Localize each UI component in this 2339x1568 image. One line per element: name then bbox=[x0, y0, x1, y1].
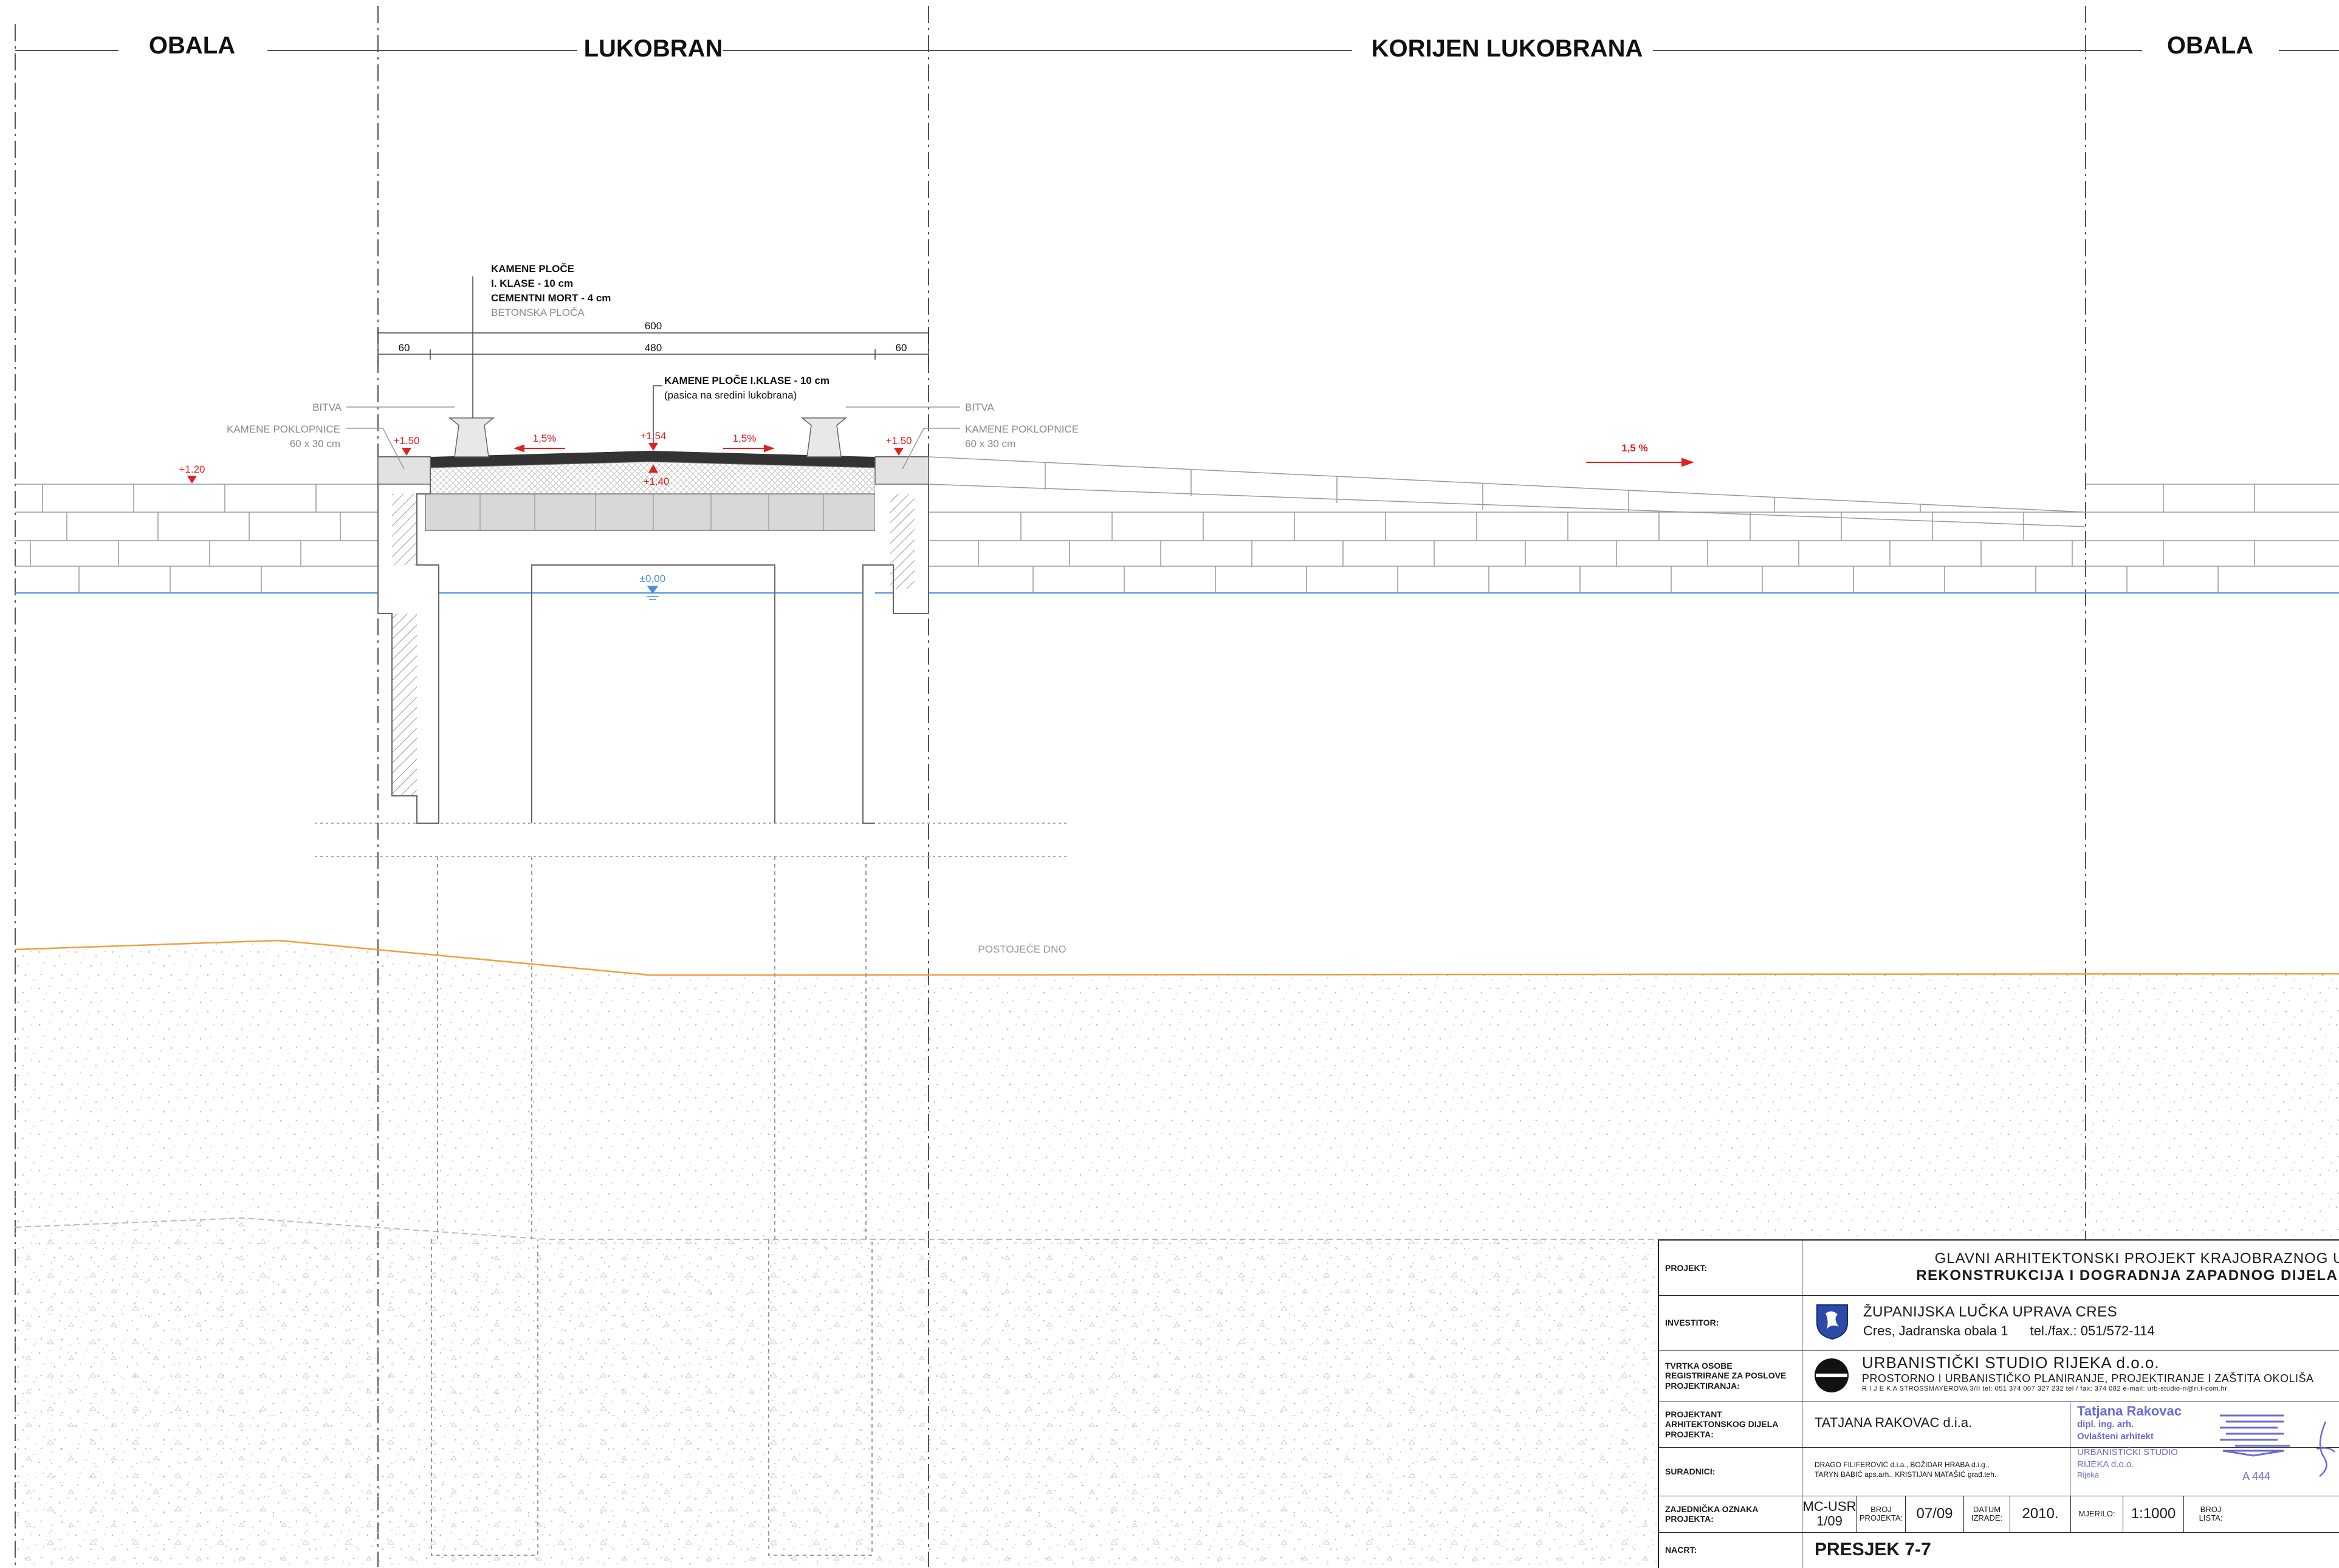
elev-120: +1.20 bbox=[179, 464, 205, 475]
dim-right: 60 bbox=[896, 342, 907, 354]
zone-label-lukobran: LUKOBRAN bbox=[584, 35, 723, 62]
tb-row-investitor: INVESTITOR: ŽUPANIJSKA LUČKA UPRAVA CRES… bbox=[1659, 1295, 2339, 1351]
tb-projekt-key: PROJEKT: bbox=[1659, 1241, 1802, 1295]
tb-datum-key: DATUM IZRADE: bbox=[1964, 1496, 2010, 1532]
stamp-firm1: URBANISTIČKI STUDIO bbox=[2077, 1447, 2178, 1457]
zone-label-korijen: KORIJEN LUKOBRANA bbox=[1372, 35, 1643, 62]
tb-list-key: BROJ LISTA: bbox=[2199, 1504, 2223, 1522]
layers-line1: KAMENE PLOČE bbox=[491, 263, 574, 275]
center-note-2: (pasica na sredini lukobrana) bbox=[664, 389, 797, 401]
tb-datum-val: 2010. bbox=[2010, 1496, 2071, 1532]
poklopnice-left-size: 60 x 30 cm bbox=[290, 438, 340, 450]
tb-investitor-key: INVESTITOR: bbox=[1659, 1295, 1802, 1350]
stamp-number: A 444 bbox=[2242, 1470, 2271, 1482]
tb-investitor-address: Cres, Jadranska obala 1 bbox=[1863, 1323, 2008, 1338]
stamp-role: Ovlašteni arhitekt bbox=[2077, 1431, 2154, 1442]
tb-broj-key: BROJ PROJEKTA: bbox=[1857, 1496, 1906, 1532]
tb-investitor-name: ŽUPANIJSKA LUČKA UPRAVA CRES bbox=[1863, 1304, 2118, 1320]
dim-left: 60 bbox=[399, 342, 410, 354]
tb-projekt-line2: REKONSTRUKCIJA I DOGRADNJA ZAPADNOG DIJE… bbox=[1916, 1267, 2339, 1284]
tb-firm-key: TVRTKA OSOBE REGISTRIRANE ZA POSLOVE PRO… bbox=[1659, 1350, 1802, 1402]
tb-investitor-tel: tel./fax.: 051/572-114 bbox=[2030, 1323, 2155, 1338]
tb-oznaka-key: ZAJEDNIČKA OZNAKA PROJEKTA: bbox=[1659, 1496, 1802, 1532]
tb-firm-name: URBANISTIČKI STUDIO RIJEKA d.o.o. bbox=[1862, 1354, 2160, 1372]
slope-right: 1,5% bbox=[733, 433, 757, 444]
stamp-firm2: RIJEKA d.o.o. bbox=[2077, 1459, 2134, 1470]
poklopnice-right-label: KAMENE POKLOPNICE bbox=[965, 423, 1079, 435]
poklopnice-right-size: 60 x 30 cm bbox=[965, 438, 1015, 450]
tb-row-projekt: PROJEKT: GLAVNI ARHITEKTONSKI PROJEKT KR… bbox=[1659, 1241, 2339, 1296]
tb-suradnici-line2: TARYN BABIĆ aps.arh., KRISTIJAN MATAŠIĆ … bbox=[1815, 1470, 1997, 1479]
tb-projektant-key: PROJEKTANT ARHITEKTONSKOG DIJELA PROJEKT… bbox=[1659, 1402, 1802, 1447]
elev-150-right: +1.50 bbox=[885, 435, 912, 447]
tb-firm-activity: PROSTORNO I URBANISTIČKO PLANIRANJE, PRO… bbox=[1862, 1372, 2314, 1385]
signature-icon bbox=[2316, 1421, 2335, 1477]
masonry-right bbox=[928, 456, 2339, 594]
stamp-title: dipl. ing. arh. bbox=[2077, 1419, 2134, 1429]
stamp-logo-icon bbox=[2220, 1414, 2290, 1457]
layers-line2: I. KLASE - 10 cm bbox=[491, 278, 573, 289]
water-level-label: ±0,00 bbox=[640, 573, 665, 584]
slope-ramp: 1,5 % bbox=[1621, 442, 1647, 454]
zone-label-obala-right: OBALA bbox=[2167, 32, 2253, 59]
stamp-name: Tatjana Rakovac bbox=[2077, 1403, 2182, 1419]
title-block: PROJEKT: GLAVNI ARHITEKTONSKI PROJEKT KR… bbox=[1658, 1239, 2339, 1568]
tb-projektant-name: TATJANA RAKOVAC d.i.a. bbox=[1815, 1415, 1973, 1430]
slope-left: 1,5% bbox=[533, 433, 557, 444]
tb-row-nacrt: NACRT: PRESJEK 7-7 bbox=[1659, 1532, 2339, 1568]
seabed-label: POSTOJEĆE DNO bbox=[978, 943, 1066, 955]
tb-projekt-line1: GLAVNI ARHITEKTONSKI PROJEKT KRAJOBRAZNO… bbox=[1934, 1250, 2339, 1267]
stamp-city: Rijeka bbox=[2077, 1470, 2100, 1479]
dim-mid: 480 bbox=[645, 342, 662, 354]
bitva-left-label: BITVA bbox=[312, 402, 342, 413]
elev-140: +1.40 bbox=[643, 476, 669, 487]
tb-broj-val: 07/09 bbox=[1906, 1496, 1964, 1532]
architect-stamp: Tatjana Rakovac dipl. ing. arh. Ovlašten… bbox=[2072, 1403, 2339, 1494]
tb-mjerilo-key: MJERILO: bbox=[2071, 1496, 2123, 1532]
tb-mjerilo-val: 1:1000 bbox=[2123, 1496, 2184, 1532]
masonry-left bbox=[15, 484, 378, 594]
elev-154: +1.54 bbox=[640, 430, 666, 442]
tb-oznaka-val: MC-USR 1/09 bbox=[1802, 1496, 1857, 1532]
tb-row-firm: TVRTKA OSOBE REGISTRIRANE ZA POSLOVE PRO… bbox=[1659, 1350, 2339, 1402]
zone-label-obala-left: OBALA bbox=[149, 32, 235, 59]
dim-total: 600 bbox=[645, 320, 662, 332]
pile-caps bbox=[315, 823, 1066, 857]
firm-logo-icon bbox=[1815, 1358, 1849, 1392]
tb-nacrt-key: NACRT: bbox=[1659, 1532, 1802, 1568]
tb-row-oznaka: ZAJEDNIČKA OZNAKA PROJEKTA: MC-USR 1/09 … bbox=[1659, 1496, 2339, 1533]
tb-nacrt-val: PRESJEK 7-7 bbox=[1815, 1539, 1931, 1559]
coat-of-arms-icon bbox=[1816, 1304, 1848, 1340]
tb-suradnici-line1: DRAGO FILIFEROVIĆ d.i.a., BOŽIDAR HRABA … bbox=[1815, 1460, 1990, 1469]
layers-line3: CEMENTNI MORT - 4 cm bbox=[491, 292, 611, 304]
deep-rock-fill bbox=[15, 1218, 1658, 1567]
center-note-1: KAMENE PLOČE I.KLASE - 10 cm bbox=[664, 375, 829, 386]
layers-line4: BETONSKA PLOČA bbox=[491, 307, 585, 318]
tb-suradnici-key: SURADNICI: bbox=[1659, 1447, 1802, 1496]
poklopnice-left-label: KAMENE POKLOPNICE bbox=[227, 423, 340, 435]
elev-150-left: +1.50 bbox=[393, 435, 419, 447]
bitva-right-label: BITVA bbox=[965, 402, 995, 413]
tb-firm-contact: R I J E K A STROSSMAYEROVA 3/II tel: 051… bbox=[1862, 1385, 2228, 1392]
